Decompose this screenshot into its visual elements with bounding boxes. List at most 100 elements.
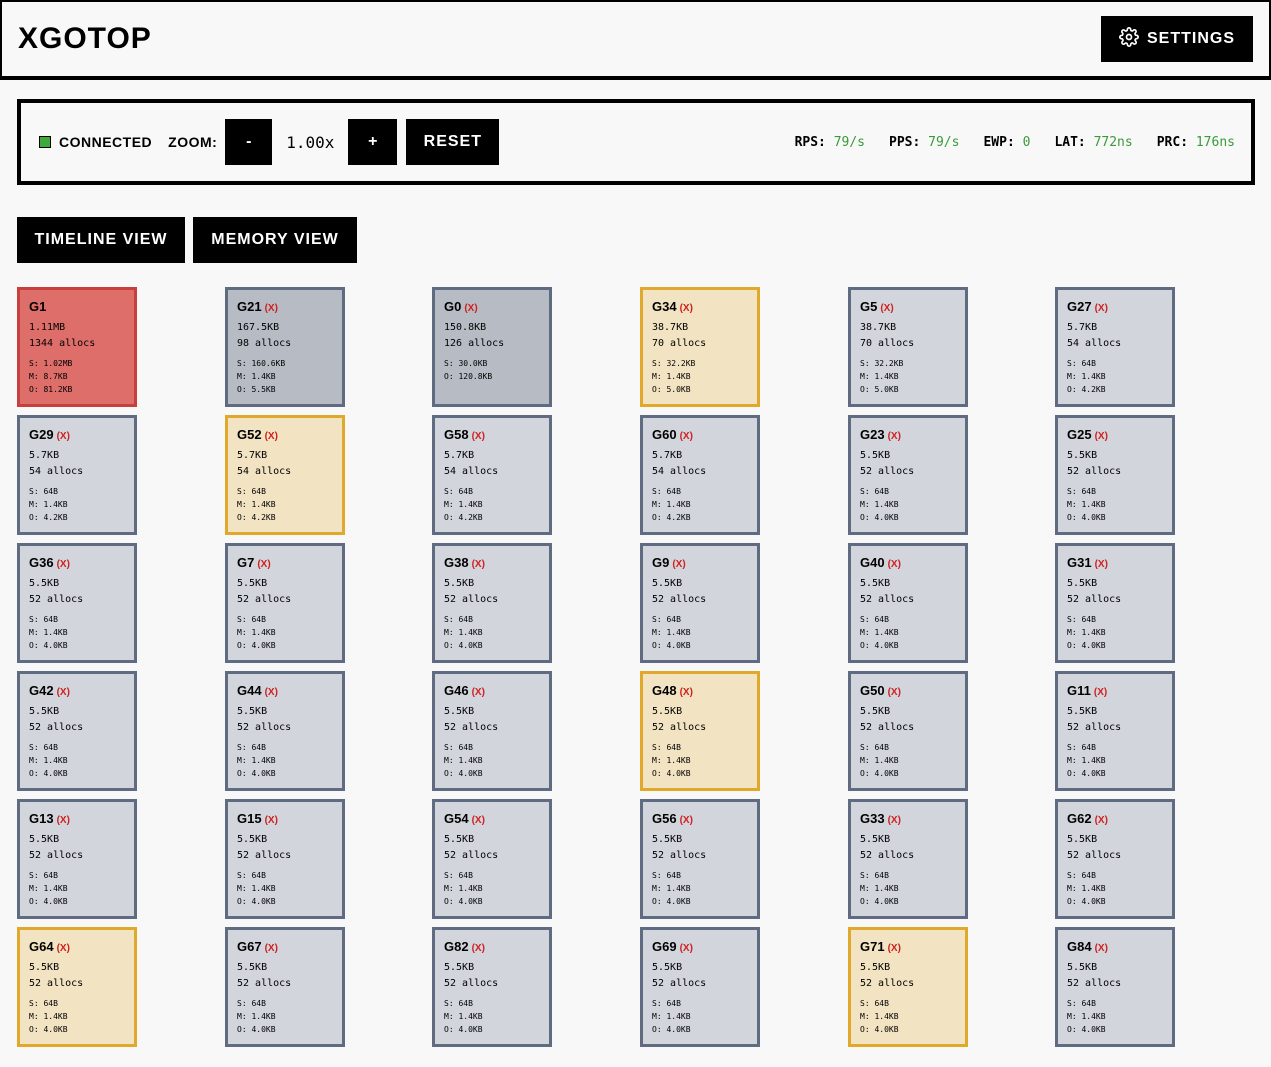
goroutine-card[interactable]: G23 (X) 5.5KB 52 allocs S: 64B M: 1.4KB O: 4.0… (848, 415, 968, 535)
heap-size: M: 1.4KB (237, 884, 276, 893)
goroutine-card[interactable]: G71 (X) 5.5KB 52 allocs S: 64B M: 1.4KB O: 4.0… (848, 927, 968, 1047)
goroutine-card[interactable]: G25 (X) 5.5KB 52 allocs S: 64B M: 1.4KB O: 4.0… (1055, 415, 1175, 535)
goroutine-size: 5.5KB (1067, 578, 1098, 589)
goroutine-size: 5.5KB (444, 962, 475, 973)
goroutine-card[interactable]: G1 1.11MB 1344 allocs S: 1.02MB M: 8.7KB O: 8… (17, 287, 137, 407)
goroutine-card[interactable]: G29 (X) 5.7KB 54 allocs S: 64B M: 1.4KB O: 4.2… (17, 415, 137, 535)
goroutine-allocs: 52 allocs (29, 978, 84, 989)
heap-size: M: 1.4KB (860, 1012, 899, 1021)
goroutine-card[interactable]: G48 (X) 5.5KB 52 allocs S: 64B M: 1.4KB O: 4.0… (640, 671, 760, 791)
goroutine-card[interactable]: G38 (X) 5.5KB 52 allocs S: 64B M: 1.4KB O: 4.0… (432, 543, 552, 663)
goroutine-exited-badge: (X) (1094, 559, 1108, 570)
goroutine-card[interactable]: G82 (X) 5.5KB 52 allocs S: 64B M: 1.4KB O: 4.0… (432, 927, 552, 1047)
goroutine-card[interactable]: G11 (X) 5.5KB 52 allocs S: 64B M: 1.4KB O: 4.0… (1055, 671, 1175, 791)
goroutine-card[interactable]: G46 (X) 5.5KB 52 allocs S: 64B M: 1.4KB O: 4.0… (432, 671, 552, 791)
goroutine-card[interactable]: G60 (X) 5.7KB 54 allocs S: 64B M: 1.4KB O: 4.2… (640, 415, 760, 535)
heap-size: M: 1.4KB (444, 756, 483, 765)
goroutine-card[interactable]: G54 (X) 5.5KB 52 allocs S: 64B M: 1.4KB O: 4.0… (432, 799, 552, 919)
card-header: G40 (X) (860, 554, 956, 572)
card-header: G58 (X) (444, 426, 540, 444)
goroutine-details: S: 32.2KB M: 1.4KB O: 5.0KB (860, 357, 956, 396)
card-body: G34 (X) 38.7KB 70 allocs S: 32.2KB M: 1.4KB O:… (640, 287, 760, 407)
stat-pps: PPS: 79/s (889, 134, 960, 150)
heap-size: M: 1.4KB (860, 884, 899, 893)
goroutine-card[interactable]: G34 (X) 38.7KB 70 allocs S: 32.2KB M: 1.4KB O:… (640, 287, 760, 407)
goroutine-card[interactable]: G31 (X) 5.5KB 52 allocs S: 64B M: 1.4KB O: 4.0… (1055, 543, 1175, 663)
goroutine-card[interactable]: G42 (X) 5.5KB 52 allocs S: 64B M: 1.4KB O: 4.0… (17, 671, 137, 791)
goroutine-card[interactable]: G52 (X) 5.7KB 54 allocs S: 64B M: 1.4KB O: 4.2… (225, 415, 345, 535)
goroutine-card[interactable]: G21 (X) 167.5KB 98 allocs S: 160.6KB M: 1.4KB… (225, 287, 345, 407)
card-body: G60 (X) 5.7KB 54 allocs S: 64B M: 1.4KB O: 4.2… (640, 415, 760, 535)
goroutine-name: G9 (652, 555, 670, 570)
goroutine-card[interactable]: G58 (X) 5.7KB 54 allocs S: 64B M: 1.4KB O: 4.2… (432, 415, 552, 535)
goroutine-card[interactable]: G0 (X) 150.8KB 126 allocs S: 30.0KB O: 120.8K… (432, 287, 552, 407)
goroutine-card[interactable]: G64 (X) 5.5KB 52 allocs S: 64B M: 1.4KB O: 4.0… (17, 927, 137, 1047)
goroutine-card[interactable]: G40 (X) 5.5KB 52 allocs S: 64B M: 1.4KB O: 4.0… (848, 543, 968, 663)
goroutine-card[interactable]: G50 (X) 5.5KB 52 allocs S: 64B M: 1.4KB O: 4.0… (848, 671, 968, 791)
goroutine-details: S: 64B M: 1.4KB O: 4.0KB (29, 613, 125, 652)
memory-view-button[interactable]: MEMORY VIEW (193, 217, 357, 263)
card-body: G15 (X) 5.5KB 52 allocs S: 64B M: 1.4KB O: 4.0… (225, 799, 345, 919)
goroutine-card[interactable]: G27 (X) 5.7KB 54 allocs S: 64B M: 1.4KB O: 4.2… (1055, 287, 1175, 407)
card-body: G36 (X) 5.5KB 52 allocs S: 64B M: 1.4KB O: 4.0… (17, 543, 137, 663)
goroutine-card[interactable]: G56 (X) 5.5KB 52 allocs S: 64B M: 1.4KB O: 4.0… (640, 799, 760, 919)
card-header: G84 (X) (1067, 938, 1163, 956)
zoom-out-button[interactable]: - (225, 119, 273, 165)
card-header: G15 (X) (237, 810, 333, 828)
goroutine-details: S: 64B M: 1.4KB O: 4.0KB (652, 613, 748, 652)
goroutine-exited-badge: (X) (257, 559, 271, 570)
other-size: O: 4.0KB (444, 769, 483, 778)
stack-size: S: 64B (1067, 999, 1096, 1008)
heap-size: M: 8.7KB (29, 372, 68, 381)
goroutine-size: 5.5KB (29, 962, 60, 973)
goroutine-size: 5.5KB (860, 706, 891, 717)
card-header: G5 (X) (860, 298, 956, 316)
goroutine-card[interactable]: G36 (X) 5.5KB 52 allocs S: 64B M: 1.4KB O: 4.0… (17, 543, 137, 663)
heap-size: M: 1.4KB (444, 1012, 483, 1021)
goroutine-name: G27 (1067, 299, 1092, 314)
zoom-in-button[interactable]: + (348, 119, 398, 165)
card-header: G34 (X) (652, 298, 748, 316)
goroutine-card[interactable]: G7 (X) 5.5KB 52 allocs S: 64B M: 1.4KB O: 4.0K… (225, 543, 345, 663)
card-body: G71 (X) 5.5KB 52 allocs S: 64B M: 1.4KB O: 4.0… (848, 927, 968, 1047)
goroutine-details: S: 64B M: 1.4KB O: 4.2KB (1067, 357, 1163, 396)
timeline-view-button[interactable]: TIMELINE VIEW (17, 217, 185, 263)
stack-size: S: 64B (29, 615, 58, 624)
card-body: G7 (X) 5.5KB 52 allocs S: 64B M: 1.4KB O: 4.0K… (225, 543, 345, 663)
goroutine-exited-badge: (X) (1094, 815, 1108, 826)
goroutine-card[interactable]: G62 (X) 5.5KB 52 allocs S: 64B M: 1.4KB O: 4.0… (1055, 799, 1175, 919)
goroutine-card[interactable]: G15 (X) 5.5KB 52 allocs S: 64B M: 1.4KB O: 4.0… (225, 799, 345, 919)
goroutine-name: G46 (444, 683, 469, 698)
reset-button[interactable]: RESET (406, 119, 500, 165)
other-size: O: 5.0KB (860, 385, 899, 394)
goroutine-card[interactable]: G44 (X) 5.5KB 52 allocs S: 64B M: 1.4KB O: 4.0… (225, 671, 345, 791)
goroutine-size: 5.5KB (237, 706, 268, 717)
goroutine-card[interactable]: G13 (X) 5.5KB 52 allocs S: 64B M: 1.4KB O: 4.0… (17, 799, 137, 919)
goroutine-card[interactable]: G9 (X) 5.5KB 52 allocs S: 64B M: 1.4KB O: 4.0K… (640, 543, 760, 663)
goroutine-card[interactable]: G67 (X) 5.5KB 52 allocs S: 64B M: 1.4KB O: 4.0… (225, 927, 345, 1047)
goroutine-card[interactable]: G33 (X) 5.5KB 52 allocs S: 64B M: 1.4KB O: 4.0… (848, 799, 968, 919)
goroutine-exited-badge: (X) (264, 303, 278, 314)
goroutine-allocs: 52 allocs (237, 594, 292, 605)
goroutine-card[interactable]: G84 (X) 5.5KB 52 allocs S: 64B M: 1.4KB O: 4.0… (1055, 927, 1175, 1047)
card-header: G36 (X) (29, 554, 125, 572)
goroutine-allocs: 52 allocs (860, 850, 915, 861)
other-size: O: 4.0KB (860, 641, 899, 650)
goroutine-card[interactable]: G5 (X) 38.7KB 70 allocs S: 32.2KB M: 1.4KB O: … (848, 287, 968, 407)
goroutine-details: S: 64B M: 1.4KB O: 4.0KB (444, 869, 540, 908)
card-body: G52 (X) 5.7KB 54 allocs S: 64B M: 1.4KB O: 4.2… (225, 415, 345, 535)
card-body: G58 (X) 5.7KB 54 allocs S: 64B M: 1.4KB O: 4.2… (432, 415, 552, 535)
goroutine-allocs: 54 allocs (237, 466, 292, 477)
goroutine-details: S: 30.0KB O: 120.8KB (444, 357, 540, 383)
settings-button[interactable]: SETTINGS (1101, 16, 1253, 62)
other-size: O: 4.0KB (237, 897, 276, 906)
heap-size: M: 1.4KB (444, 628, 483, 637)
card-body: G13 (X) 5.5KB 52 allocs S: 64B M: 1.4KB O: 4.0… (17, 799, 137, 919)
card-body: G67 (X) 5.5KB 52 allocs S: 64B M: 1.4KB O: 4.0… (225, 927, 345, 1047)
goroutine-card[interactable]: G69 (X) 5.5KB 52 allocs S: 64B M: 1.4KB O: 4.0… (640, 927, 760, 1047)
goroutine-exited-badge: (X) (880, 303, 894, 314)
goroutine-details: S: 1.02MB M: 8.7KB O: 81.2KB (29, 357, 125, 396)
stack-size: S: 64B (237, 871, 266, 880)
goroutine-exited-badge: (X) (679, 815, 693, 826)
stack-size: S: 64B (1067, 487, 1096, 496)
